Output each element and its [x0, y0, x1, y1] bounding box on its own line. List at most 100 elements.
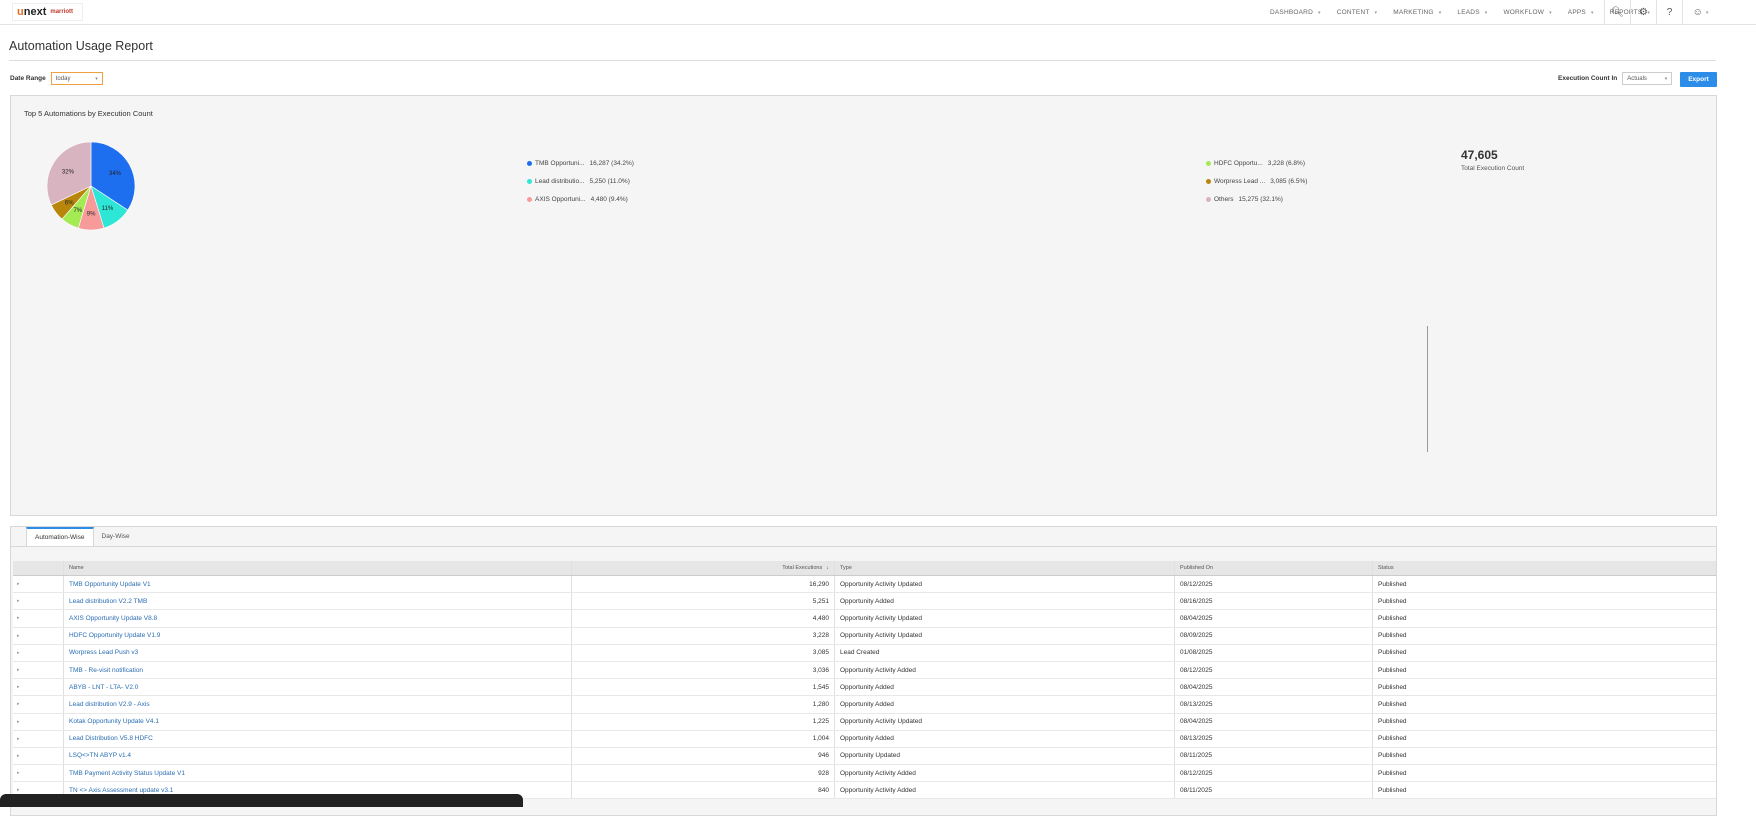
- table-row[interactable]: ▸ Lead distribution V2.9 - Axis 1,280 Oppor…: [13, 696, 1716, 714]
- legend-value: 4,480 (9.4%): [590, 195, 628, 203]
- expand-row-icon[interactable]: ▸: [13, 593, 64, 610]
- nav-item-apps[interactable]: APPS ▾: [1568, 9, 1594, 16]
- table-row[interactable]: ▸ TMB - Re-visit notification 3,036 Opportu…: [13, 661, 1716, 680]
- expand-column-header: [13, 561, 64, 575]
- expand-row-icon[interactable]: ▸: [13, 627, 64, 644]
- pie-slice-label: 6%: [65, 200, 74, 206]
- tab-day-wise[interactable]: Day-Wise: [94, 527, 138, 546]
- search-icon[interactable]: 🔍︎: [1604, 0, 1630, 25]
- expand-row-icon[interactable]: ▸: [13, 679, 64, 696]
- automation-name-link[interactable]: Kotak Opportunity Update V4.1: [64, 713, 572, 730]
- tab-automation-wise[interactable]: Automation-Wise: [26, 527, 94, 546]
- automation-name-link[interactable]: AXIS Opportunity Update V8.8: [64, 610, 572, 627]
- expand-row-icon[interactable]: ▸: [13, 747, 64, 765]
- status-cell: Published: [1378, 683, 1407, 691]
- table-row[interactable]: ▸ Lead Distribution V5.8 HDFC 1,004 Opportu…: [13, 730, 1716, 748]
- sort-desc-icon: ↓: [826, 565, 829, 571]
- date-range-select[interactable]: today ▾: [50, 72, 103, 85]
- expand-row-icon[interactable]: ▸: [13, 696, 64, 713]
- type-cell: Opportunity Activity Added: [835, 765, 1175, 782]
- chevron-down-icon: ▾: [1484, 9, 1488, 16]
- report-tabs: Automation-Wise Day-Wise: [26, 527, 138, 546]
- table-body: ▸ TMB Opportunity Update V1 16,290 Opportun…: [13, 576, 1716, 800]
- column-header-status[interactable]: Status: [1373, 561, 1716, 575]
- status-cell: Published: [1378, 597, 1407, 605]
- legend-value: 5,250 (11.0%): [589, 177, 630, 185]
- column-header-total-executions-label: Total Executions: [782, 565, 823, 571]
- table-row[interactable]: ▸ Worpress Lead Push v3 3,085 Lead Created 0…: [13, 644, 1716, 662]
- table-row[interactable]: ▸ LSQ<>TN ABYP v1.4 946 Opportunity Updated…: [13, 747, 1716, 766]
- legend-item[interactable]: Others 15,275 (32.1%): [1206, 190, 1307, 208]
- execution-count-filter: Execution Count In Actuals ▾: [1558, 72, 1673, 85]
- published-on-cell: 01/08/2025: [1175, 644, 1373, 661]
- expand-row-icon[interactable]: ▸: [13, 765, 64, 782]
- automation-name-link[interactable]: TMB Opportunity Update V1: [64, 576, 572, 593]
- total-executions-cell: 4,480: [572, 610, 835, 627]
- status-cell: Published: [1378, 735, 1407, 743]
- table-row[interactable]: ▸ AXIS Opportunity Update V8.8 4,480 Opport…: [13, 610, 1716, 628]
- expand-row-icon[interactable]: ▸: [13, 730, 64, 747]
- column-header-total-executions[interactable]: Total Executions ↓: [572, 561, 835, 575]
- nav-item-dashboard[interactable]: DASHBOARD ▾: [1270, 9, 1321, 16]
- automation-name-link[interactable]: LSQ<>TN ABYP v1.4: [64, 747, 572, 765]
- tab-divider: [11, 546, 1716, 547]
- legend-item[interactable]: HDFC Opportu... 3,228 (6.8%): [1206, 154, 1307, 172]
- bug-icon[interactable]: ⚙: [1630, 0, 1656, 25]
- user-icon[interactable]: ☺ ▾: [1682, 0, 1718, 25]
- published-on-cell: 08/12/2025: [1175, 765, 1373, 782]
- table-row[interactable]: ▸ HDFC Opportunity Update V1.9 3,228 Opport…: [13, 627, 1716, 645]
- table-row[interactable]: ▸ Lead distribution V2.2 TMB 5,251 Opportun…: [13, 593, 1716, 611]
- expand-row-icon[interactable]: ▸: [13, 661, 64, 679]
- help-icon[interactable]: ?: [1656, 0, 1682, 25]
- brand-logo[interactable]: unext marriott: [12, 3, 84, 21]
- legend-item[interactable]: AXIS Opportuni... 4,480 (9.4%): [527, 190, 634, 208]
- legend-value: 16,287 (34.2%): [589, 159, 634, 167]
- table-row[interactable]: ▸ ABYB - LNT - LTA- V2.0 1,545 Opportunity …: [13, 679, 1716, 697]
- status-cell: Published: [1378, 632, 1407, 640]
- nav-item-leads[interactable]: LEADS ▾: [1457, 9, 1487, 16]
- status-cell: Published: [1378, 718, 1407, 726]
- legend-label: Lead distributio...: [535, 177, 585, 185]
- legend-label: Others: [1214, 195, 1234, 203]
- automation-name-link[interactable]: Lead distribution V2.2 TMB: [64, 593, 572, 610]
- nav-item-workflow[interactable]: WORKFLOW ▾: [1503, 9, 1551, 16]
- total-executions-cell: 928: [572, 765, 835, 782]
- date-range-value: today: [55, 75, 71, 82]
- expand-row-icon[interactable]: ▸: [13, 576, 64, 593]
- type-cell: Opportunity Activity Updated: [835, 610, 1175, 627]
- legend-value: 3,228 (6.8%): [1267, 159, 1305, 167]
- status-cell: Published: [1378, 700, 1407, 708]
- legend-right: HDFC Opportu... 3,228 (6.8%) Worpress Lead…: [1206, 154, 1307, 208]
- automation-name-link[interactable]: Lead Distribution V5.8 HDFC: [64, 730, 572, 747]
- column-header-published-on[interactable]: Published On: [1175, 561, 1373, 575]
- type-cell: Opportunity Activity Added: [835, 782, 1175, 799]
- page-title: Automation Usage Report: [9, 39, 153, 53]
- automation-name-link[interactable]: TMB - Re-visit notification: [64, 661, 572, 679]
- expand-row-icon[interactable]: ▸: [13, 713, 64, 730]
- published-on-cell: 08/13/2025: [1175, 696, 1373, 713]
- expand-row-icon[interactable]: ▸: [13, 610, 64, 627]
- expand-row-icon[interactable]: ▸: [13, 644, 64, 661]
- legend-item[interactable]: Lead distributio... 5,250 (11.0%): [527, 172, 634, 190]
- table-row[interactable]: ▸ Kotak Opportunity Update V4.1 1,225 Oppor…: [13, 713, 1716, 731]
- chevron-down-icon: ▾: [1590, 9, 1594, 16]
- automation-name-link[interactable]: ABYB - LNT - LTA- V2.0: [64, 679, 572, 696]
- nav-item-marketing[interactable]: MARKETING ▾: [1393, 9, 1441, 16]
- column-header-type[interactable]: Type: [835, 561, 1175, 575]
- table-panel: Automation-Wise Day-Wise Name Total Execu…: [10, 526, 1717, 816]
- total-executions-cell: 16,290: [572, 576, 835, 593]
- type-cell: Opportunity Added: [835, 593, 1175, 610]
- table-row[interactable]: ▸ TMB Opportunity Update V1 16,290 Opportun…: [13, 576, 1716, 594]
- automation-name-link[interactable]: Worpress Lead Push v3: [64, 644, 572, 661]
- column-header-name[interactable]: Name: [64, 561, 572, 575]
- execution-count-select[interactable]: Actuals ▾: [1622, 72, 1673, 85]
- table-row[interactable]: ▸ TMB Payment Activity Status Update V1 92…: [13, 765, 1716, 783]
- automation-name-link[interactable]: TMB Payment Activity Status Update V1: [64, 765, 572, 782]
- legend-item[interactable]: Worpress Lead ... 3,085 (6.5%): [1206, 172, 1307, 190]
- legend-item[interactable]: TMB Opportuni... 16,287 (34.2%): [527, 154, 634, 172]
- automation-name-link[interactable]: HDFC Opportunity Update V1.9: [64, 627, 572, 644]
- automation-name-link[interactable]: Lead distribution V2.9 - Axis: [64, 696, 572, 713]
- legend-swatch: [527, 196, 532, 202]
- export-button[interactable]: Export: [1680, 72, 1717, 87]
- nav-item-content[interactable]: CONTENT ▾: [1337, 9, 1378, 16]
